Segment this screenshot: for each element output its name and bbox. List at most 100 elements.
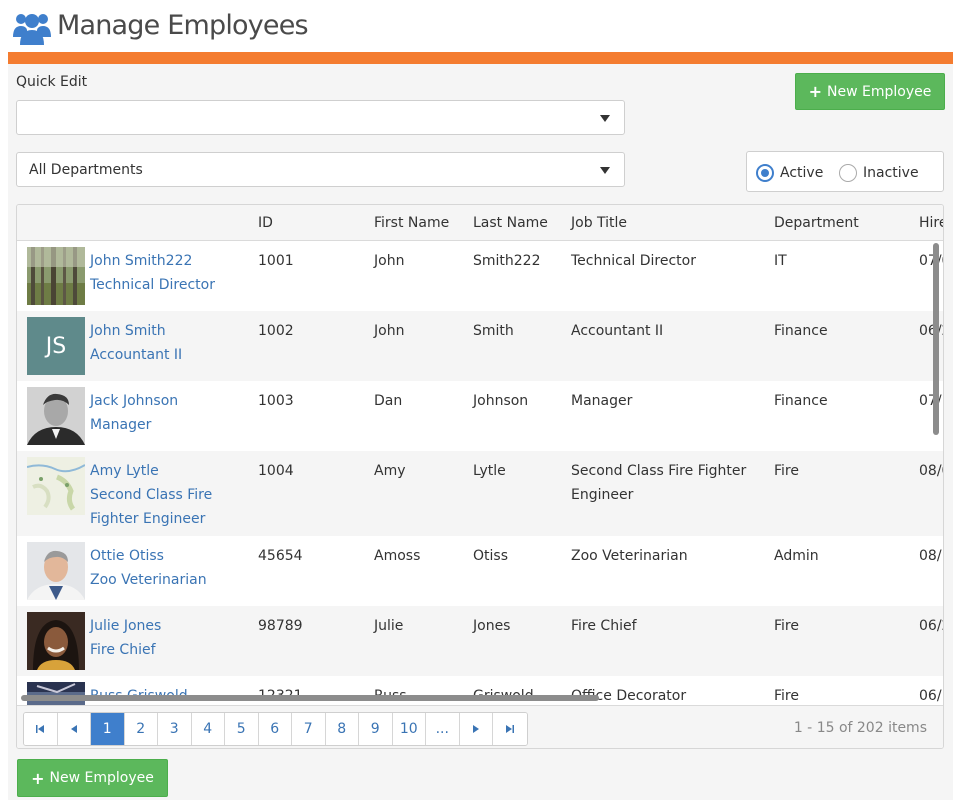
- cell-job-title: Technical Director: [571, 253, 696, 269]
- cell-id: 1001: [258, 253, 294, 269]
- active-radio[interactable]: Active: [756, 164, 823, 182]
- cell-first-name: Dan: [374, 393, 403, 409]
- cell-department: IT: [774, 253, 787, 269]
- cell-job-title: Manager: [571, 393, 633, 409]
- next-page-button[interactable]: [459, 713, 493, 745]
- page-button-10[interactable]: 10: [392, 713, 426, 745]
- column-header-hire[interactable]: Hire: [919, 215, 943, 231]
- employee-title-link-line1[interactable]: Second Class Fire: [90, 483, 212, 507]
- pager-bar: 1 2 3 4 5 6 7 8 9 10 ... 1 - 15 of 202 i…: [17, 705, 943, 748]
- employee-name-link[interactable]: Jack Johnson: [90, 389, 178, 413]
- column-header-last-name[interactable]: Last Name: [473, 215, 548, 231]
- employee-title-link[interactable]: Technical Director: [90, 273, 215, 297]
- cell-last-name: Otiss: [473, 548, 508, 564]
- prev-page-icon: [70, 725, 77, 733]
- cell-job-title-line2: Engineer: [571, 487, 634, 503]
- prev-page-button[interactable]: [57, 713, 91, 745]
- employee-name-link[interactable]: John Smith222: [90, 249, 192, 273]
- last-page-button[interactable]: [493, 713, 527, 745]
- cell-job-title: Fire Chief: [571, 618, 637, 634]
- table-row[interactable]: JS John Smith Accountant II 1002 John Sm…: [17, 311, 943, 381]
- vertical-scrollbar[interactable]: [933, 243, 939, 435]
- inactive-label: Inactive: [863, 165, 919, 181]
- cell-hire: 08/0: [919, 463, 943, 479]
- caret-down-icon: [600, 115, 610, 122]
- page-button-5[interactable]: 5: [225, 713, 259, 745]
- column-header-department[interactable]: Department: [774, 215, 859, 231]
- map-image-avatar: [27, 457, 85, 515]
- pager-info: 1 - 15 of 202 items: [793, 720, 927, 736]
- radio-unselected-icon: [839, 164, 857, 182]
- cell-hire: 08/1: [919, 548, 943, 564]
- avatar-initials: JS: [45, 333, 67, 359]
- page-button-4[interactable]: 4: [191, 713, 225, 745]
- table-row[interactable]: John Smith222 Technical Director 1001 Jo…: [17, 241, 943, 311]
- table-row[interactable]: Amy Lytle Second Class Fire Fighter Engi…: [17, 451, 943, 536]
- column-header-first-name[interactable]: First Name: [374, 215, 449, 231]
- cell-id: 45654: [258, 548, 303, 564]
- employee-title-link[interactable]: Fire Chief: [90, 638, 156, 662]
- table-row[interactable]: Julie Jones Fire Chief 98789 Julie Jones…: [17, 606, 943, 676]
- table-row[interactable]: Ottie Otiss Zoo Veterinarian 45654 Amoss…: [17, 536, 943, 606]
- new-employee-button-bottom[interactable]: + New Employee: [17, 759, 168, 797]
- new-employee-label: New Employee: [49, 770, 154, 786]
- cell-first-name: Amy: [374, 463, 406, 479]
- grid-header: ID First Name Last Name Job Title Depart…: [17, 205, 943, 241]
- employee-title-link[interactable]: Accountant II: [90, 343, 182, 367]
- inactive-radio[interactable]: Inactive: [839, 164, 919, 182]
- employee-name-link[interactable]: John Smith: [90, 319, 166, 343]
- column-header-id[interactable]: ID: [258, 215, 273, 231]
- next-page-icon: [472, 725, 479, 733]
- status-filter: Active Inactive: [746, 151, 944, 192]
- table-row[interactable]: Jack Johnson Manager 1003 Dan Johnson Ma…: [17, 381, 943, 451]
- cell-department: Admin: [774, 548, 819, 564]
- employee-name-link[interactable]: Ottie Otiss: [90, 544, 164, 568]
- cell-first-name: John: [374, 323, 405, 339]
- cell-department: Fire: [774, 688, 799, 704]
- page-button-1[interactable]: 1: [91, 713, 125, 745]
- woman-portrait-avatar: [27, 612, 85, 670]
- page-button-3[interactable]: 3: [158, 713, 192, 745]
- column-header-job-title[interactable]: Job Title: [571, 215, 627, 231]
- cell-hire: 07/0: [919, 253, 943, 269]
- cell-id: 1004: [258, 463, 294, 479]
- page-button-more[interactable]: ...: [426, 713, 460, 745]
- employee-title-link-line2[interactable]: Fighter Engineer: [90, 507, 205, 531]
- horizontal-scrollbar[interactable]: [21, 695, 599, 701]
- department-value: All Departments: [29, 162, 143, 178]
- employee-title-link[interactable]: Manager: [90, 413, 151, 437]
- page-button-8[interactable]: 8: [325, 713, 359, 745]
- cell-id: 1002: [258, 323, 294, 339]
- header-accent-bar: [8, 52, 953, 64]
- photo-avatar: [27, 682, 85, 705]
- employee-title-link[interactable]: Zoo Veterinarian: [90, 568, 207, 592]
- new-employee-button-top[interactable]: + New Employee: [795, 73, 945, 110]
- page-button-2[interactable]: 2: [124, 713, 158, 745]
- quick-edit-select[interactable]: [16, 100, 625, 135]
- cell-department: Finance: [774, 393, 828, 409]
- first-page-button[interactable]: [24, 713, 58, 745]
- department-select[interactable]: All Departments: [16, 152, 625, 187]
- page-button-9[interactable]: 9: [359, 713, 393, 745]
- page-button-6[interactable]: 6: [258, 713, 292, 745]
- people-group-icon: [13, 14, 51, 45]
- cell-first-name: John: [374, 253, 405, 269]
- plus-icon: +: [808, 82, 823, 101]
- pager: 1 2 3 4 5 6 7 8 9 10 ...: [23, 712, 528, 746]
- new-employee-label: New Employee: [827, 83, 932, 100]
- cell-hire: 06/1: [919, 688, 943, 704]
- page-title: Manage Employees: [57, 10, 309, 41]
- forest-photo-avatar: [27, 247, 85, 305]
- cell-last-name: Smith222: [473, 253, 541, 269]
- active-label: Active: [780, 165, 824, 181]
- page-header: Manage Employees: [0, 0, 961, 52]
- initials-avatar: JS: [27, 317, 85, 375]
- cell-last-name: Johnson: [473, 393, 529, 409]
- employee-name-link[interactable]: Julie Jones: [90, 614, 161, 638]
- cell-last-name: Lytle: [473, 463, 506, 479]
- cell-job-title: Accountant II: [571, 323, 664, 339]
- employee-name-link[interactable]: Amy Lytle: [90, 459, 159, 483]
- man-portrait-avatar: [27, 542, 85, 600]
- last-page-icon: [505, 725, 514, 733]
- page-button-7[interactable]: 7: [292, 713, 326, 745]
